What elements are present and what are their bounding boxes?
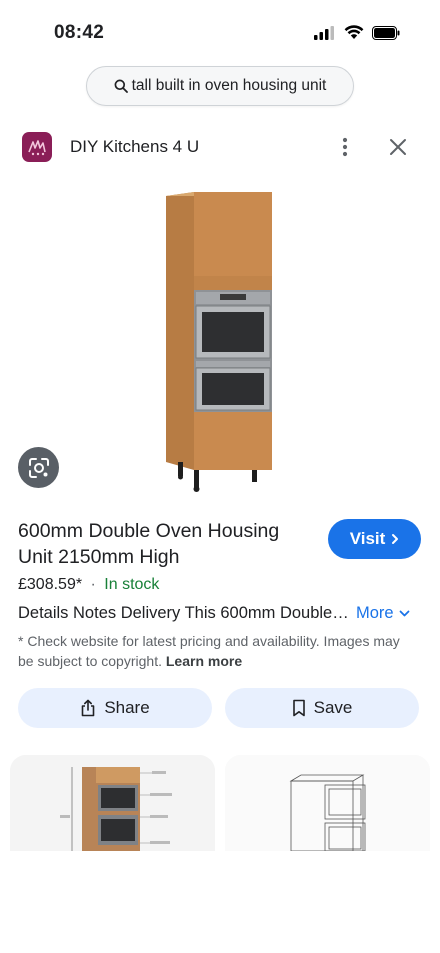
details-row: Details Notes Delivery This 600mm Double…	[18, 604, 428, 626]
stock-status: In stock	[104, 576, 160, 593]
status-time: 08:42	[54, 22, 105, 43]
bookmark-icon	[292, 699, 305, 717]
related-image-2[interactable]	[225, 755, 430, 851]
related-image-1-graphic	[10, 755, 215, 851]
signal-icon	[314, 26, 334, 40]
more-options-icon[interactable]	[334, 135, 356, 159]
product-title[interactable]: 600mm Double Oven Housing Unit 2150mm Hi…	[18, 518, 318, 570]
site-logo-icon[interactable]	[22, 132, 52, 162]
site-name[interactable]: DIY Kitchens 4 U	[70, 137, 199, 157]
wifi-icon	[344, 25, 364, 39]
save-label: Save	[313, 698, 353, 717]
learn-more-link[interactable]: Learn more	[166, 653, 242, 669]
battery-icon	[372, 26, 400, 40]
source-header: DIY Kitchens 4 U	[0, 128, 440, 168]
disclaimer: * Check website for latest pricing and a…	[18, 631, 418, 671]
status-bar: 08:42	[0, 0, 440, 60]
bottom-area	[0, 851, 440, 953]
share-button[interactable]: Share	[18, 688, 212, 728]
price: £308.59*	[18, 576, 83, 593]
details-snippet: Details Notes Delivery This 600mm Double…	[18, 604, 352, 622]
search-query-pill[interactable]: tall built in oven housing unit	[86, 66, 354, 106]
price-separator: ·	[90, 576, 96, 593]
lens-search-icon[interactable]	[18, 447, 59, 488]
search-icon	[114, 79, 128, 93]
close-icon[interactable]	[386, 135, 410, 159]
share-label: Share	[104, 698, 150, 717]
visit-button[interactable]: Visit	[328, 519, 421, 559]
visit-label: Visit	[349, 529, 386, 548]
chevron-down-icon	[399, 610, 409, 616]
more-button[interactable]: More	[356, 604, 410, 623]
more-label: More	[356, 604, 394, 622]
related-image-2-graphic	[225, 755, 430, 851]
price-row: £308.59* · In stock	[18, 576, 159, 594]
product-image[interactable]	[130, 180, 310, 500]
search-query-text: tall built in oven housing unit	[131, 77, 327, 94]
save-button[interactable]: Save	[225, 688, 419, 728]
chevron-right-icon	[392, 534, 399, 544]
related-image-1[interactable]	[10, 755, 215, 851]
share-icon	[82, 699, 95, 717]
